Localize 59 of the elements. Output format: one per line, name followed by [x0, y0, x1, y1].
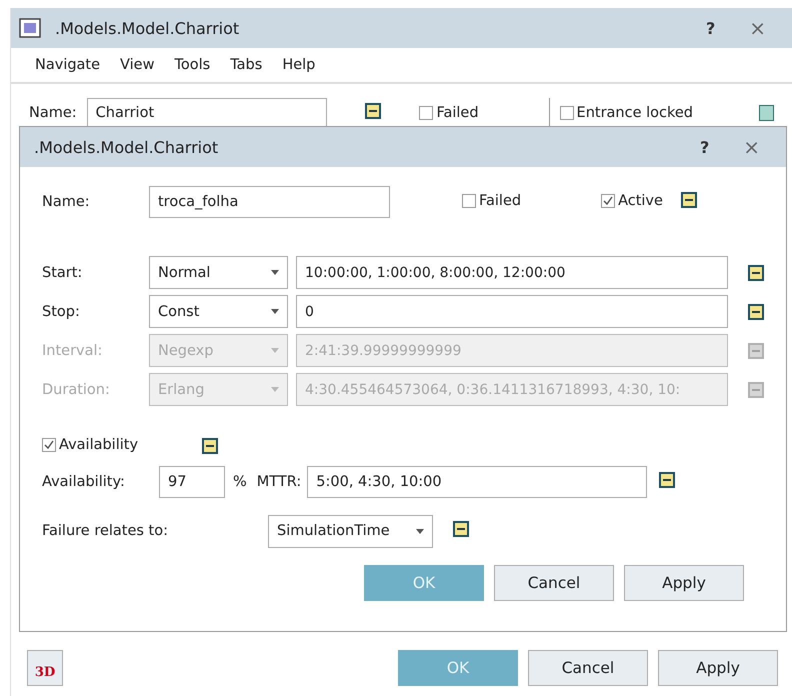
- checkbox[interactable]: [462, 194, 476, 208]
- minus-icon[interactable]: [748, 304, 764, 320]
- caret-icon: [271, 309, 279, 314]
- caret-icon: [271, 348, 279, 353]
- field-label: Name:: [42, 194, 91, 210]
- field-label: MTTR:: [256, 474, 302, 490]
- dialog-button[interactable]: Cancel: [494, 565, 614, 601]
- dialog-button[interactable]: Cancel: [528, 650, 648, 686]
- status-icon: [759, 105, 774, 121]
- minus-icon[interactable]: [748, 264, 764, 280]
- caret-icon: [416, 528, 424, 534]
- help-button[interactable]: ?: [696, 18, 726, 38]
- checkbox[interactable]: [42, 438, 56, 452]
- minus-icon[interactable]: [202, 438, 218, 454]
- caret-icon: [271, 270, 279, 275]
- mttr-field[interactable]: 5:00, 4:30, 10:00: [307, 466, 648, 498]
- dialog-title: .Models.Model.Charriot: [34, 138, 220, 156]
- checkbox-label: Active: [618, 193, 663, 209]
- menu-item[interactable]: Tools: [164, 54, 220, 76]
- checkbox-label: Availability: [59, 437, 138, 453]
- unit-label: %: [233, 474, 247, 490]
- field-label: Stop:: [42, 304, 81, 320]
- distribution-dropdown[interactable]: Normal: [149, 256, 288, 289]
- 3d-button[interactable]: 3D: [27, 650, 63, 686]
- menu-item[interactable]: Navigate: [25, 54, 110, 76]
- minus-icon[interactable]: [659, 472, 676, 488]
- close-button[interactable]: ×: [733, 135, 770, 159]
- value-field[interactable]: 0: [296, 295, 728, 328]
- checkbox-label: Failed: [436, 105, 479, 121]
- menu-item[interactable]: View: [110, 54, 164, 76]
- field-label: Interval:: [42, 342, 104, 358]
- failure-dropdown[interactable]: SimulationTime: [268, 514, 433, 548]
- field-label: Start:: [42, 264, 84, 280]
- checkbox[interactable]: [601, 194, 616, 208]
- dialog-button[interactable]: Apply: [624, 565, 744, 601]
- field-label: Availability:: [42, 474, 126, 490]
- field-label: Failure relates to:: [42, 523, 170, 539]
- minus-icon[interactable]: [365, 103, 382, 119]
- value-field[interactable]: 10:00:00, 1:00:00, 8:00:00, 12:00:00: [296, 256, 728, 289]
- minus-icon[interactable]: [680, 192, 697, 208]
- checkbox-label: Failed: [479, 192, 522, 208]
- caret-icon: [271, 387, 279, 392]
- window-icon: [19, 18, 41, 38]
- window-title: .Models.Model.Charriot: [55, 18, 240, 38]
- availability-field[interactable]: 97: [159, 466, 225, 498]
- name-field[interactable]: Charriot: [86, 98, 328, 128]
- close-button[interactable]: ×: [739, 16, 776, 40]
- name-field[interactable]: troca_folha: [149, 186, 390, 218]
- checkbox[interactable]: [419, 106, 434, 120]
- checkbox[interactable]: [560, 106, 574, 120]
- menu-item[interactable]: Help: [272, 54, 326, 76]
- dialog-button[interactable]: Apply: [658, 650, 778, 686]
- menu-item[interactable]: Tabs: [220, 54, 272, 76]
- minus-icon[interactable]: [453, 521, 469, 537]
- distribution-dropdown[interactable]: Const: [149, 295, 288, 328]
- checkbox-label: Entrance locked: [576, 105, 693, 121]
- help-button[interactable]: ?: [690, 138, 720, 156]
- field-label: Duration:: [42, 382, 111, 398]
- field-label: Name:: [29, 105, 77, 121]
